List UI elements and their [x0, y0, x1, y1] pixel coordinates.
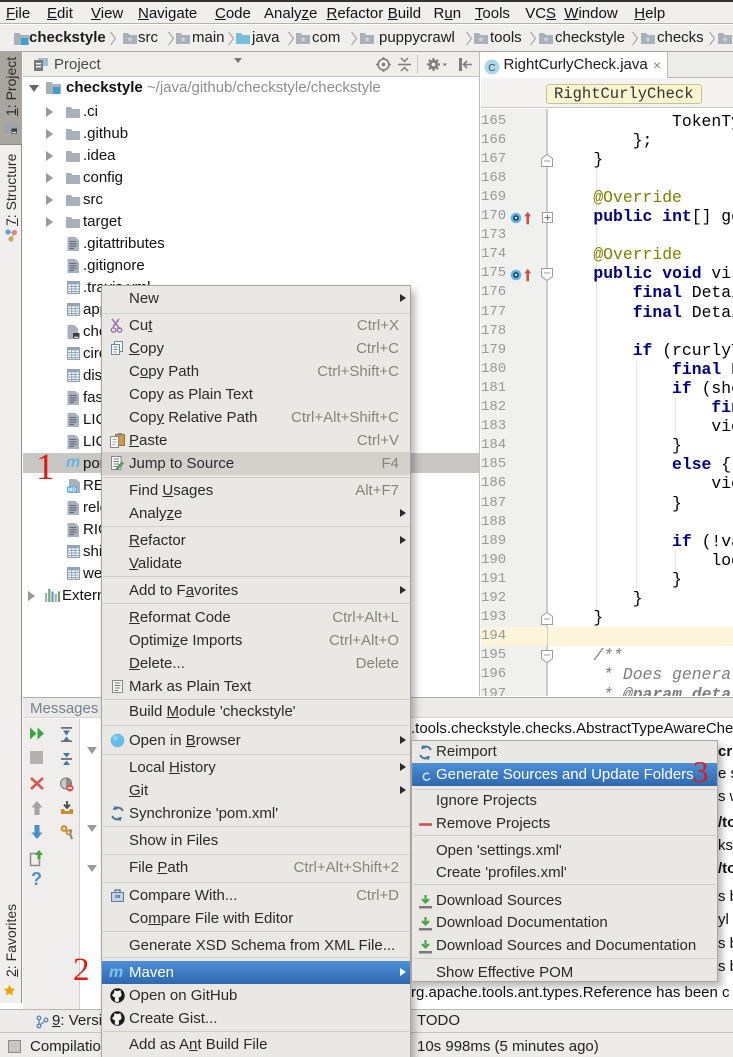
svg-text:MD: MD: [68, 487, 76, 493]
svg-text:C: C: [488, 63, 495, 74]
